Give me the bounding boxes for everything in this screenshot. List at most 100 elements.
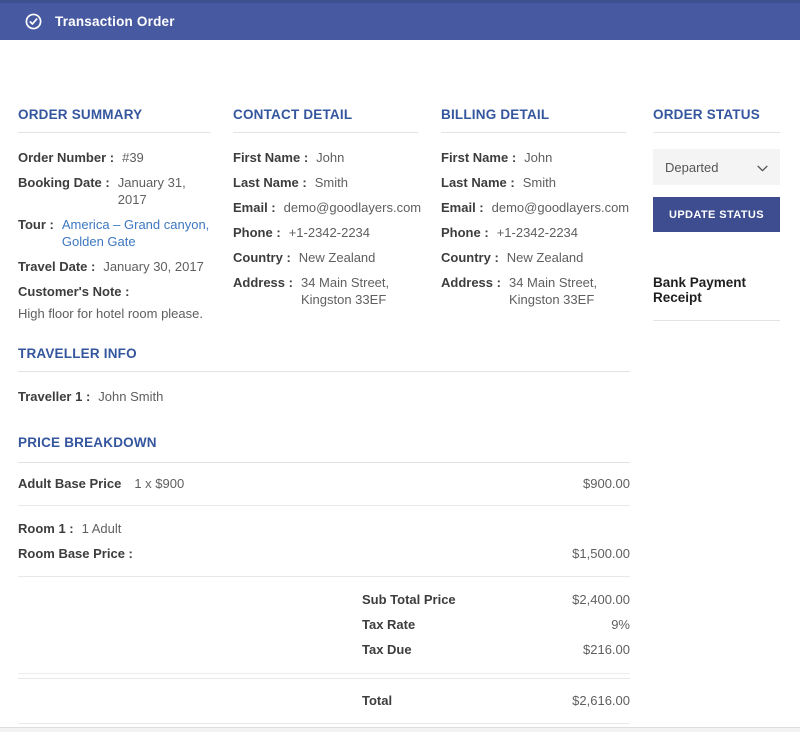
- billing-detail-section: BILLING DETAIL First Name John Last Name…: [441, 107, 626, 322]
- field-value: Smith: [523, 174, 556, 191]
- room-occupancy: 1 Adult: [82, 520, 122, 537]
- field-value: +1-2342-2234: [497, 224, 578, 241]
- total-value: $2,616.00: [572, 693, 630, 708]
- billing-email-row: Email demo@goodlayers.com: [441, 199, 626, 216]
- contact-last-name-row: Last Name Smith: [233, 174, 418, 191]
- divider: [233, 132, 418, 133]
- travel-date-value: January 30, 2017: [103, 258, 203, 275]
- field-value: New Zealand: [299, 249, 376, 266]
- field-label: Last Name: [233, 174, 307, 191]
- adult-base-price-row: Adult Base Price 1 x $900 $900.00: [18, 463, 630, 506]
- field-label: First Name: [233, 149, 308, 166]
- billing-last-name-row: Last Name Smith: [441, 174, 626, 191]
- booking-date-row: Booking Date January 31, 2017: [18, 174, 211, 208]
- field-label: Email: [233, 199, 276, 216]
- divider: [18, 132, 211, 133]
- room-base-price-amount: $1,500.00: [572, 546, 630, 561]
- order-summary-section: ORDER SUMMARY Order Number #39 Booking D…: [18, 107, 211, 322]
- tax-rate-label: Tax Rate: [362, 617, 415, 632]
- contact-address-row: Address 34 Main Street, Kingston 33EF: [233, 274, 418, 308]
- billing-phone-row: Phone +1-2342-2234: [441, 224, 626, 241]
- customer-note-row: Customer's Note: [18, 283, 211, 300]
- traveller-info-section: TRAVELLER INFO Traveller 1 John Smith: [18, 346, 630, 405]
- field-label: Email: [441, 199, 484, 216]
- field-value: 34 Main Street, Kingston 33EF: [301, 274, 418, 308]
- footer-divider: [0, 727, 800, 732]
- room-row: Room 1 1 Adult: [18, 520, 630, 537]
- room-label: Room 1: [18, 520, 74, 537]
- divider: [441, 132, 626, 133]
- room-base-price-label: Room Base Price: [18, 546, 133, 561]
- page-content: ORDER SUMMARY Order Number #39 Booking D…: [0, 40, 800, 724]
- booking-date-label: Booking Date: [18, 174, 110, 191]
- field-label: Phone: [441, 224, 489, 241]
- field-value: Smith: [315, 174, 348, 191]
- bank-payment-receipt-heading: Bank Payment Receipt: [653, 275, 780, 321]
- tax-rate-value: 9%: [611, 617, 630, 632]
- sub-total-value: $2,400.00: [572, 592, 630, 607]
- order-number-row: Order Number #39: [18, 149, 211, 166]
- page-title: Transaction Order: [55, 14, 175, 29]
- booking-date-value: January 31, 2017: [118, 174, 211, 208]
- status-select[interactable]: Departed: [653, 149, 780, 185]
- adult-base-price-qty: 1 x $900: [134, 476, 184, 491]
- field-label: Address: [233, 274, 293, 291]
- order-status-section: ORDER STATUS Departed UPDATE STATUS Bank…: [653, 107, 780, 322]
- contact-detail-section: CONTACT DETAIL First Name John Last Name…: [233, 107, 418, 322]
- field-label: Last Name: [441, 174, 515, 191]
- tax-rate-row: Tax Rate 9%: [18, 617, 630, 632]
- field-value: John: [524, 149, 552, 166]
- tour-label: Tour: [18, 216, 54, 233]
- divider: [18, 371, 630, 372]
- tax-due-label: Tax Due: [362, 642, 412, 657]
- customer-note-text: High floor for hotel room please.: [18, 305, 211, 322]
- order-status-heading: ORDER STATUS: [653, 107, 780, 122]
- total-row: Total $2,616.00: [18, 679, 630, 724]
- traveller-name: John Smith: [98, 388, 163, 405]
- billing-country-row: Country New Zealand: [441, 249, 626, 266]
- check-circle-icon: [25, 13, 42, 30]
- field-value: New Zealand: [507, 249, 584, 266]
- travel-date-row: Travel Date January 30, 2017: [18, 258, 211, 275]
- contact-phone-row: Phone +1-2342-2234: [233, 224, 418, 241]
- field-label: Country: [233, 249, 291, 266]
- contact-detail-heading: CONTACT DETAIL: [233, 107, 418, 122]
- field-label: Address: [441, 274, 501, 291]
- field-value: demo@goodlayers.com: [284, 199, 421, 216]
- chevron-down-icon: [757, 160, 768, 175]
- contact-country-row: Country New Zealand: [233, 249, 418, 266]
- totals-block: Sub Total Price $2,400.00 Tax Rate 9% Ta…: [18, 577, 630, 657]
- billing-address-row: Address 34 Main Street, Kingston 33EF: [441, 274, 626, 308]
- adult-base-price-label: Adult Base Price: [18, 476, 121, 491]
- traveller-row: Traveller 1 John Smith: [18, 388, 630, 405]
- tax-due-value: $216.00: [583, 642, 630, 657]
- sub-total-row: Sub Total Price $2,400.00: [18, 592, 630, 607]
- field-value: 34 Main Street, Kingston 33EF: [509, 274, 626, 308]
- field-label: Phone: [233, 224, 281, 241]
- order-number-label: Order Number: [18, 149, 114, 166]
- room-base-price-row: Room Base Price $1,500.00: [18, 546, 630, 561]
- status-select-value: Departed: [665, 160, 718, 175]
- price-breakdown-heading: PRICE BREAKDOWN: [18, 435, 630, 450]
- field-label: First Name: [441, 149, 516, 166]
- adult-base-price-amount: $900.00: [583, 476, 630, 491]
- order-summary-heading: ORDER SUMMARY: [18, 107, 211, 122]
- price-breakdown-section: PRICE BREAKDOWN Adult Base Price 1 x $90…: [18, 435, 630, 724]
- tour-link[interactable]: America – Grand canyon, Golden Gate: [62, 216, 211, 250]
- billing-first-name-row: First Name John: [441, 149, 626, 166]
- field-value: John: [316, 149, 344, 166]
- page-header-bar: Transaction Order: [0, 0, 800, 40]
- contact-email-row: Email demo@goodlayers.com: [233, 199, 418, 216]
- field-value: +1-2342-2234: [289, 224, 370, 241]
- sub-total-label: Sub Total Price: [362, 592, 456, 607]
- order-number-value: #39: [122, 149, 144, 166]
- customer-note-label: Customer's Note: [18, 283, 129, 300]
- tax-due-row: Tax Due $216.00: [18, 642, 630, 657]
- field-value: demo@goodlayers.com: [492, 199, 629, 216]
- travel-date-label: Travel Date: [18, 258, 95, 275]
- tour-row: Tour America – Grand canyon, Golden Gate: [18, 216, 211, 250]
- update-status-button[interactable]: UPDATE STATUS: [653, 197, 780, 232]
- contact-first-name-row: First Name John: [233, 149, 418, 166]
- divider: [653, 132, 780, 133]
- billing-detail-heading: BILLING DETAIL: [441, 107, 626, 122]
